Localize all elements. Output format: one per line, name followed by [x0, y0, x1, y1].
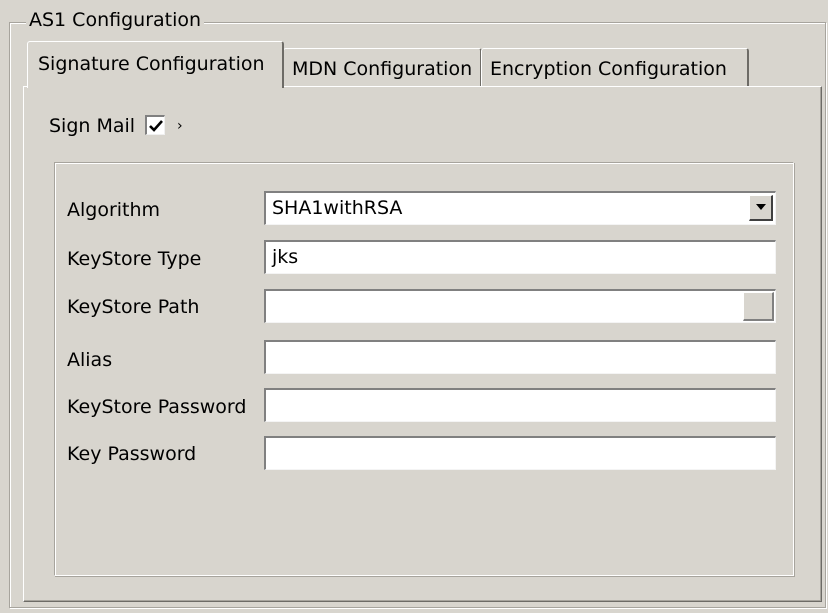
keystore-path-label: KeyStore Path — [67, 296, 200, 318]
keystore-type-input[interactable]: jks — [264, 240, 776, 274]
checkmark-icon — [149, 120, 163, 132]
tab-encryption-configuration[interactable]: Encryption Configuration — [481, 48, 749, 86]
keystore-password-label: KeyStore Password — [67, 396, 247, 418]
algorithm-value: SHA1withRSA — [272, 197, 403, 219]
chevron-down-icon — [756, 204, 766, 210]
tab-signature-configuration[interactable]: Signature Configuration — [27, 41, 284, 88]
keystore-password-input[interactable] — [264, 388, 776, 422]
key-password-label: Key Password — [67, 443, 197, 465]
algorithm-select[interactable]: SHA1withRSA — [264, 191, 776, 225]
sign-mail-checkbox[interactable] — [145, 115, 165, 135]
alias-input[interactable] — [264, 340, 776, 374]
key-password-input[interactable] — [264, 436, 776, 470]
group-title: AS1 Configuration — [26, 8, 205, 32]
keystore-path-input[interactable] — [264, 289, 776, 323]
alias-label: Alias — [67, 349, 113, 371]
keystore-path-browse-button[interactable] — [743, 292, 774, 321]
keystore-type-label: KeyStore Type — [67, 248, 202, 270]
algorithm-label: Algorithm — [67, 199, 161, 221]
tab-mdn-configuration[interactable]: MDN Configuration — [283, 48, 482, 86]
sign-mail-label: Sign Mail — [49, 115, 136, 137]
keystore-type-value: jks — [272, 246, 299, 268]
algorithm-dropdown-button[interactable] — [749, 195, 773, 221]
sign-mail-trailing-mark: › — [177, 118, 183, 134]
